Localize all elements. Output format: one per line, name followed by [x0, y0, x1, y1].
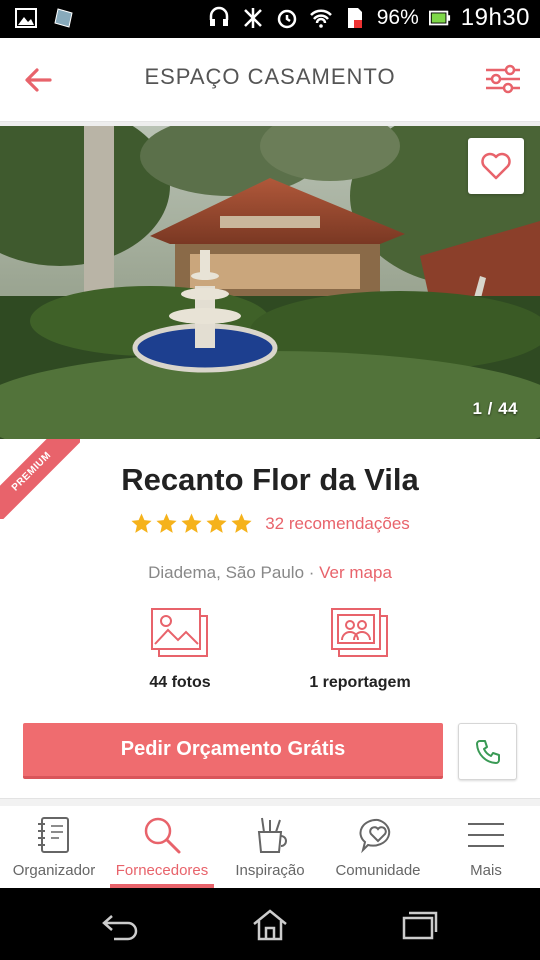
nav-organizador[interactable]: Organizador [0, 806, 108, 888]
search-icon [144, 817, 181, 854]
location-row: Diadema, São Paulo · Ver mapa [0, 563, 540, 583]
nav-fornecedores-label: Fornecedores [115, 862, 209, 879]
photos-count: 44 fotos [149, 674, 211, 691]
home-icon[interactable] [250, 908, 290, 942]
nav-inspiracao-label: Inspiração [235, 862, 305, 879]
recommendations-link[interactable]: 32 recomendações [265, 514, 410, 534]
star-icon [181, 513, 202, 533]
star-icon [206, 513, 227, 533]
venue-photo-carousel[interactable]: 1 / 44 [0, 126, 540, 439]
alarm-icon [277, 9, 296, 29]
report-icon [331, 608, 388, 657]
battery-icon [428, 10, 450, 26]
photos-icon [151, 608, 208, 657]
notebook-icon [38, 817, 69, 853]
rating-row: 32 recomendações [0, 512, 540, 535]
photos-link[interactable]: 44 fotos [115, 606, 245, 692]
location-text: Diadema, São Paulo [148, 563, 305, 582]
favorite-button[interactable] [468, 138, 524, 194]
media-row: 44 fotos 1 reportagem [0, 606, 540, 692]
app-notification-icon [54, 8, 73, 28]
phone-icon [475, 739, 500, 764]
venue-name: Recanto Flor da Vila [121, 462, 419, 497]
recent-apps-icon[interactable] [400, 908, 440, 942]
location-separator: · [304, 563, 320, 582]
back-icon[interactable] [100, 908, 140, 942]
nfc-icon [243, 8, 262, 28]
nav-comunidade-label: Comunidade [335, 862, 421, 879]
heart-icon [481, 152, 511, 180]
star-icon [131, 513, 152, 533]
system-navigation-bar [0, 888, 540, 960]
pencil-cup-icon [257, 817, 287, 853]
photo-counter: 1 / 44 [472, 399, 518, 418]
star-icon [231, 513, 252, 533]
clock: 19h30 [460, 4, 530, 31]
report-count: 1 reportagem [309, 674, 411, 691]
gallery-notification-icon [15, 8, 37, 28]
section-divider [0, 798, 540, 806]
wifi-icon [309, 9, 332, 28]
star-icon [156, 513, 177, 533]
menu-icon [468, 823, 504, 847]
battery-percent: 96% [376, 6, 419, 29]
report-link[interactable]: 1 reportagem [295, 606, 425, 692]
status-bar: 96% 19h30 [0, 0, 540, 38]
call-button[interactable] [458, 723, 517, 780]
headset-icon [209, 6, 228, 26]
nav-fornecedores[interactable]: Fornecedores [108, 806, 216, 888]
chat-heart-icon [359, 818, 391, 854]
star-rating [130, 512, 253, 535]
sliders-icon[interactable] [484, 62, 522, 96]
page-title: ESPAÇO CASAMENTO [144, 64, 396, 89]
nav-mais-label: Mais [470, 862, 502, 879]
view-map-link[interactable]: Ver mapa [319, 563, 392, 582]
nav-mais[interactable]: Mais [432, 806, 540, 888]
nav-organizador-label: Organizador [12, 862, 96, 879]
nav-comunidade[interactable]: Comunidade [324, 806, 432, 888]
bottom-navigation: Organizador Fornecedores Inspiração Comu… [0, 806, 540, 888]
sim-alert-icon [347, 8, 362, 28]
app-header: ESPAÇO CASAMENTO [0, 38, 540, 122]
nav-inspiracao[interactable]: Inspiração [216, 806, 324, 888]
request-quote-button[interactable]: Pedir Orçamento Grátis [23, 723, 443, 779]
venue-photo [0, 126, 540, 439]
